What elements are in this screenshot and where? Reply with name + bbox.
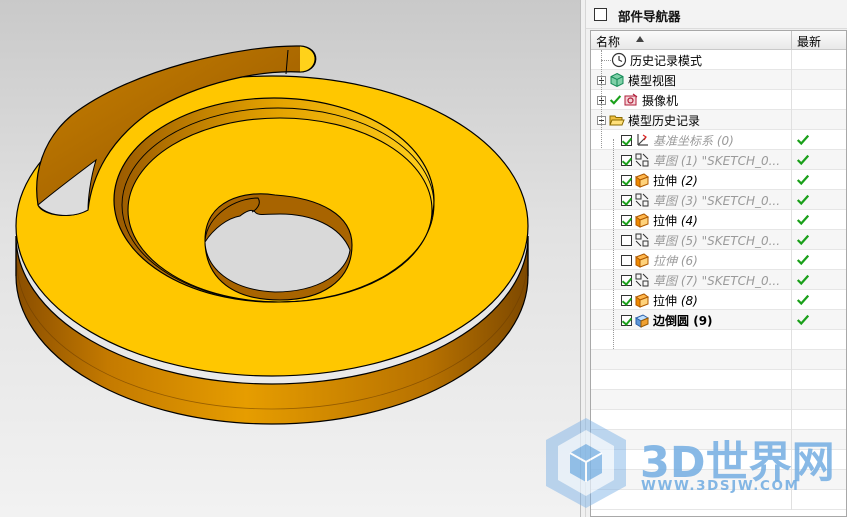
up-to-date-check-icon	[796, 254, 810, 266]
tree-row-camera[interactable]: 摄像机	[591, 90, 846, 110]
feature-number: (0)	[716, 133, 734, 148]
navigator-title: 部件导航器	[618, 9, 681, 24]
feature-name: 草图	[653, 233, 678, 248]
feature-checkbox[interactable]	[621, 314, 632, 326]
feature-checkbox[interactable]	[621, 174, 632, 186]
feature-checkbox[interactable]	[621, 234, 632, 246]
clock-icon	[611, 52, 627, 68]
feature-name: 基准坐标系	[653, 133, 714, 148]
part-model[interactable]	[0, 0, 580, 517]
empty-row	[591, 330, 846, 350]
sort-ascending-icon[interactable]	[636, 36, 644, 42]
camera-icon	[624, 93, 638, 106]
sketch-icon	[635, 193, 649, 207]
feature-label: 草图 (3) "SKETCH_0...	[653, 192, 780, 209]
model-views-icon	[610, 72, 624, 88]
feature-number: (8)	[680, 293, 698, 308]
up-to-date-check-icon	[796, 194, 810, 206]
empty-row	[591, 350, 846, 370]
feature-number: (5) "SKETCH_0...	[680, 233, 781, 248]
feature-label: 边倒圆 (9)	[653, 312, 713, 329]
tree-row-feature[interactable]: 边倒圆 (9)	[591, 310, 846, 330]
tree-row-feature[interactable]: 拉伸 (6)	[591, 250, 846, 270]
empty-row	[591, 370, 846, 390]
feature-name: 拉伸	[653, 213, 678, 228]
tree-row-feature[interactable]: 草图 (1) "SKETCH_0...	[591, 150, 846, 170]
check-mark-icon	[609, 95, 622, 105]
tree-row-model-views[interactable]: 模型视图	[591, 70, 846, 90]
feature-checkbox[interactable]	[621, 134, 632, 146]
column-latest-header[interactable]: 最新	[797, 33, 821, 50]
feature-checkbox[interactable]	[621, 214, 632, 226]
tree-row-feature[interactable]: 草图 (3) "SKETCH_0...	[591, 190, 846, 210]
watermark-url: WWW.3DSJW.COM	[641, 478, 800, 494]
feature-number: (6)	[680, 253, 698, 268]
feature-number: (3) "SKETCH_0...	[680, 193, 781, 208]
sketch-icon	[635, 273, 649, 287]
up-to-date-check-icon	[796, 294, 810, 306]
up-to-date-check-icon	[796, 274, 810, 286]
feature-label: 拉伸 (4)	[653, 212, 698, 229]
feature-checkbox[interactable]	[621, 254, 632, 266]
column-name-header[interactable]: 名称	[596, 33, 620, 50]
column-separator[interactable]	[791, 31, 792, 49]
sketch-icon	[635, 233, 649, 247]
feature-number: (9)	[693, 313, 713, 328]
tree-row-feature[interactable]: 拉伸 (8)	[591, 290, 846, 310]
navigator-toggle[interactable]	[594, 8, 607, 21]
feature-number: (2)	[680, 173, 698, 188]
extrude-icon	[634, 173, 650, 188]
feature-label: 基准坐标系 (0)	[653, 132, 734, 149]
tree-row-model-history[interactable]: 模型历史记录	[591, 110, 846, 130]
feature-checkbox[interactable]	[621, 274, 632, 286]
feature-checkbox[interactable]	[621, 294, 632, 306]
extrude-icon	[634, 253, 650, 268]
tree-row-feature[interactable]: 草图 (7) "SKETCH_0...	[591, 270, 846, 290]
feature-number: (7) "SKETCH_0...	[680, 273, 781, 288]
tree-item-label: 模型视图	[628, 73, 677, 88]
feature-name: 拉伸	[653, 253, 678, 268]
feature-name: 边倒圆	[653, 313, 690, 328]
graphics-viewport[interactable]	[0, 0, 580, 517]
feature-number: (4)	[680, 213, 698, 228]
feature-label: 拉伸 (6)	[653, 252, 698, 269]
feature-name: 草图	[653, 273, 678, 288]
feature-name: 草图	[653, 153, 678, 168]
feature-number: (1) "SKETCH_0...	[680, 153, 781, 168]
folder-open-icon	[609, 115, 625, 126]
extrude-icon	[634, 213, 650, 228]
edge-blend-icon	[634, 314, 650, 328]
extrude-icon	[634, 293, 650, 308]
column-header: 名称 最新	[591, 31, 846, 50]
up-to-date-check-icon	[796, 174, 810, 186]
tree-row-feature[interactable]: 基准坐标系 (0)	[591, 130, 846, 150]
empty-row	[591, 390, 846, 410]
feature-label: 草图 (5) "SKETCH_0...	[653, 232, 780, 249]
up-to-date-check-icon	[796, 234, 810, 246]
up-to-date-check-icon	[796, 134, 810, 146]
up-to-date-check-icon	[796, 314, 810, 326]
feature-checkbox[interactable]	[621, 194, 632, 206]
feature-label: 拉伸 (8)	[653, 292, 698, 309]
tree-item-label: 历史记录模式	[630, 53, 703, 68]
feature-label: 拉伸 (2)	[653, 172, 698, 189]
feature-name: 拉伸	[653, 173, 678, 188]
tree-row-feature[interactable]: 拉伸 (2)	[591, 170, 846, 190]
feature-name: 草图	[653, 193, 678, 208]
feature-label: 草图 (1) "SKETCH_0...	[653, 152, 780, 169]
datum-csys-icon	[637, 134, 648, 146]
tree-item-label: 摄像机	[642, 93, 679, 108]
tree-row-history-mode[interactable]: 历史记录模式	[591, 50, 846, 70]
feature-name: 拉伸	[653, 293, 678, 308]
tree-item-label: 模型历史记录	[628, 113, 701, 128]
up-to-date-check-icon	[796, 154, 810, 166]
sketch-icon	[635, 153, 649, 167]
navigator-header: 部件导航器	[586, 0, 847, 29]
up-to-date-check-icon	[796, 214, 810, 226]
tree-row-feature[interactable]: 拉伸 (4)	[591, 210, 846, 230]
feature-label: 草图 (7) "SKETCH_0...	[653, 272, 780, 289]
feature-checkbox[interactable]	[621, 154, 632, 166]
tree-row-feature[interactable]: 草图 (5) "SKETCH_0...	[591, 230, 846, 250]
